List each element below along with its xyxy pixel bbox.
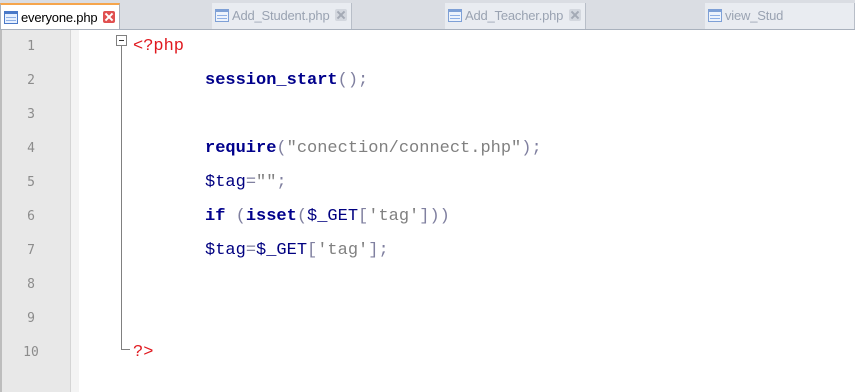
punctuation-token: ); <box>521 139 542 158</box>
punctuation-token: [ <box>307 241 318 260</box>
code-text[interactable]: <?php <box>133 30 184 64</box>
code-text[interactable]: $tag=$_GET['tag']; <box>205 234 389 268</box>
tab-label: everyone.php <box>21 9 98 25</box>
code-line: 4 require("conection/connect.php"); <box>0 132 855 166</box>
line-number: 4 <box>27 141 35 156</box>
punctuation-token: (); <box>337 71 369 90</box>
variable-token: $_GET <box>256 241 308 260</box>
code-text[interactable]: if (isset($_GET['tag'])) <box>205 200 450 234</box>
line-number: 10 <box>23 345 39 360</box>
line-number: 2 <box>27 73 35 88</box>
punctuation-token: [ <box>358 207 369 226</box>
tab-label: Add_Student.php <box>232 7 330 23</box>
code-lines: 1 <?php 2 session_start(); 3 4 require("… <box>0 30 855 370</box>
keyword-token: if <box>205 207 226 226</box>
tab-everyone-php[interactable]: everyone.php <box>0 3 121 29</box>
punctuation-token: ]; <box>368 241 389 260</box>
close-tab-icon[interactable] <box>103 11 116 24</box>
line-number: 9 <box>27 311 35 326</box>
tab-label: Add_Teacher.php <box>465 7 564 23</box>
fold-guide-line <box>121 46 122 350</box>
function-token: require <box>205 139 277 158</box>
php-close-tag: ?> <box>133 343 154 362</box>
close-tab-icon[interactable] <box>335 9 348 22</box>
string-token: "" <box>256 173 277 192</box>
tab-add-student-php[interactable]: Add_Student.php <box>212 3 353 29</box>
punctuation-token: ])) <box>419 207 450 226</box>
punctuation-token: ( <box>276 139 287 158</box>
tab-view-stud[interactable]: view_Stud <box>705 3 855 29</box>
code-line: 1 <?php <box>0 30 855 64</box>
function-token: session_start <box>205 71 338 90</box>
code-line: 9 <box>0 302 855 336</box>
variable-token: $tag <box>205 173 246 192</box>
file-saved-icon <box>4 10 18 24</box>
document-tab-bar: everyone.php Add_Student.php Add_Teacher… <box>0 0 855 30</box>
fold-end-marker <box>121 349 130 350</box>
code-text[interactable]: require("conection/connect.php"); <box>205 132 542 166</box>
tab-add-teacher-php[interactable]: Add_Teacher.php <box>445 3 587 29</box>
php-open-tag: <?php <box>133 37 185 56</box>
fold-collapse-icon[interactable] <box>116 35 127 46</box>
line-number: 6 <box>27 209 35 224</box>
line-number: 1 <box>27 39 35 54</box>
close-tab-icon[interactable] <box>569 9 582 22</box>
line-number: 7 <box>27 243 35 258</box>
file-saved-icon <box>448 8 462 22</box>
punctuation-token: ( <box>225 207 246 226</box>
code-text[interactable]: session_start(); <box>205 64 368 98</box>
code-line: 10 ?> <box>0 336 855 370</box>
code-line: 7 $tag=$_GET['tag']; <box>0 234 855 268</box>
line-number: 8 <box>27 277 35 292</box>
code-line: 6 if (isset($_GET['tag'])) <box>0 200 855 234</box>
variable-token: $tag <box>205 241 246 260</box>
string-token: 'tag' <box>368 207 420 226</box>
string-token: "conection/connect.php" <box>286 139 522 158</box>
line-number: 5 <box>27 175 35 190</box>
punctuation-token: ( <box>296 207 308 226</box>
line-number: 3 <box>27 107 35 122</box>
code-line: 5 $tag=""; <box>0 166 855 200</box>
operator-token: = <box>245 241 257 260</box>
tab-label: view_Stud <box>725 7 784 23</box>
variable-token: $_GET <box>307 207 359 226</box>
code-editor[interactable]: 1 <?php 2 session_start(); 3 4 require("… <box>0 30 855 392</box>
function-token: isset <box>245 207 297 226</box>
operator-token: = <box>245 173 257 192</box>
code-line: 2 session_start(); <box>0 64 855 98</box>
code-text[interactable]: ?> <box>133 336 153 370</box>
file-saved-icon <box>708 8 722 22</box>
file-saved-icon <box>215 8 229 22</box>
punctuation-token: ; <box>276 173 287 192</box>
string-token: 'tag' <box>317 241 369 260</box>
code-line: 8 <box>0 268 855 302</box>
code-text[interactable]: $tag=""; <box>205 166 287 200</box>
code-line: 3 <box>0 98 855 132</box>
notepad-plus-plus-window: everyone.php Add_Student.php Add_Teacher… <box>0 0 855 392</box>
